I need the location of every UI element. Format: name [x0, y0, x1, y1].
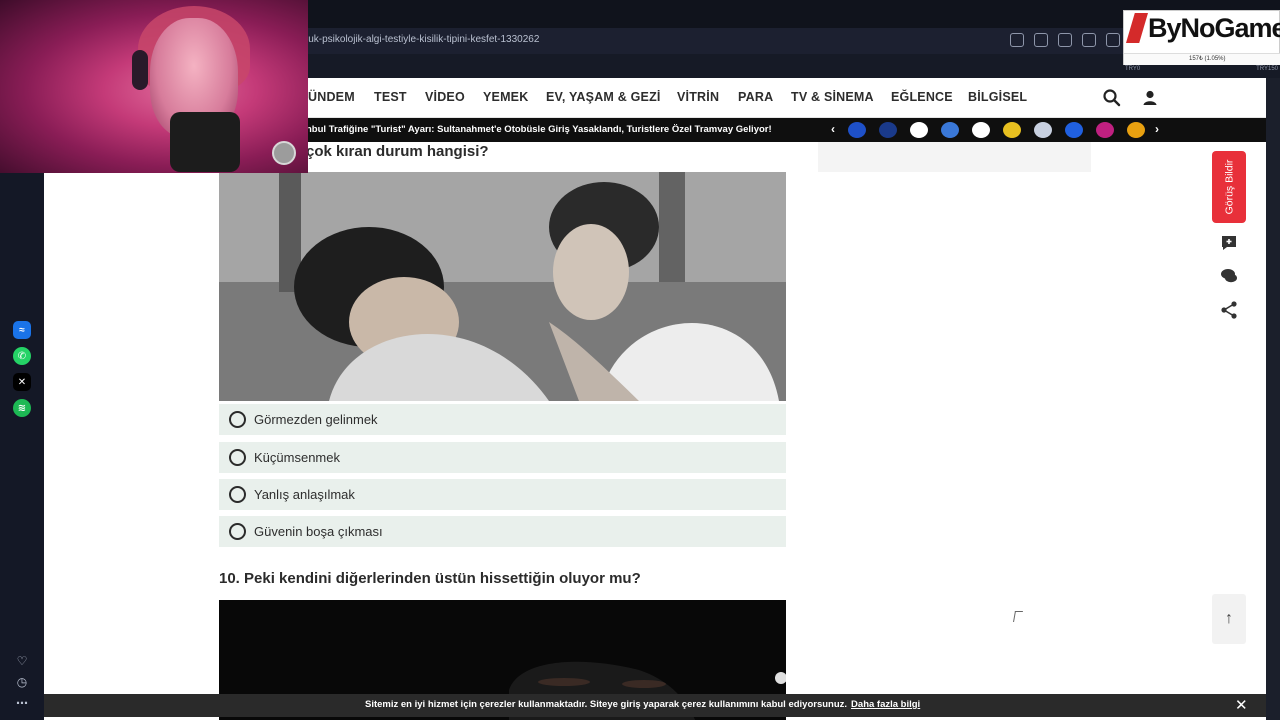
whatsapp-icon[interactable]: ✆: [13, 347, 31, 365]
answer-option[interactable]: Güvenin boşa çıkması: [219, 516, 786, 547]
x-icon[interactable]: ✕: [13, 373, 31, 391]
radio-button[interactable]: [229, 523, 246, 540]
scroll-to-top-button[interactable]: ↑: [1212, 594, 1246, 644]
answer-option[interactable]: Görmezden gelinmek: [219, 404, 786, 435]
bynogame-overlay: ByNoGame 157₺ (1.05%): [1123, 10, 1280, 65]
nav-item-eglence[interactable]: EĞLENCE: [891, 90, 953, 104]
share-icon[interactable]: [1219, 300, 1239, 320]
answer-option[interactable]: Küçümsenmek: [219, 442, 786, 473]
history-icon[interactable]: ◷: [13, 673, 31, 691]
cookie-close-button[interactable]: ✕: [1235, 696, 1248, 714]
comments-icon[interactable]: [1219, 266, 1239, 286]
feedback-label: Görüş Bildir: [1223, 159, 1236, 215]
messenger-icon[interactable]: ≈: [13, 321, 31, 339]
sponsor-logo[interactable]: [910, 122, 928, 138]
bynogame-logo-text: ByNoGame: [1148, 13, 1280, 43]
user-icon[interactable]: [1140, 88, 1160, 108]
radio-button[interactable]: [229, 486, 246, 503]
nav-item-vitrin[interactable]: VİTRİN: [677, 90, 719, 104]
sponsor-logo[interactable]: [1065, 122, 1083, 138]
headset-icon: [132, 50, 148, 90]
cookie-text: Sitemiz en iyi hizmet için çerezler kull…: [365, 699, 848, 710]
webcam-button-icon: [272, 141, 296, 165]
cookie-more-link[interactable]: Daha fazla bilgi: [851, 699, 920, 710]
heart-icon[interactable]: ♡: [13, 652, 31, 670]
url-text[interactable]: luk-psikolojik-algi-testiyle-kisilik-tip…: [306, 34, 539, 45]
address-bar-icons: [1010, 33, 1120, 47]
question-9-image: [219, 172, 786, 401]
answer-label: Küçümsenmek: [254, 450, 340, 465]
sponsor-logo[interactable]: [972, 122, 990, 138]
answer-label: Yanlış anlaşılmak: [254, 487, 355, 502]
answer-option[interactable]: Yanlış anlaşılmak: [219, 479, 786, 510]
add-comment-icon[interactable]: [1219, 233, 1239, 253]
browser-sidebar: ≈ ✆ ✕ ≋ ♡ ◷ ⋯: [0, 78, 44, 720]
sponsor-logo[interactable]: [1127, 122, 1145, 138]
sponsor-logo[interactable]: [1096, 122, 1114, 138]
shield-icon[interactable]: [1058, 33, 1072, 47]
search-icon[interactable]: [1102, 88, 1122, 108]
nav-item-video[interactable]: VİDEO: [425, 90, 465, 104]
ticker-prev-button[interactable]: ‹: [831, 122, 835, 136]
web-page: ÜNDEM TEST VİDEO YEMEK EV, YAŞAM & GEZİ …: [44, 78, 1266, 720]
sponsor-logo[interactable]: [848, 122, 866, 138]
answer-label: Güvenin boşa çıkması: [254, 524, 383, 539]
answer-label: Görmezden gelinmek: [254, 412, 378, 427]
bynogame-logo-mark: [1126, 13, 1148, 43]
ticker-headline[interactable]: nbul Trafiğine "Turist" Ayarı: Sultanahm…: [306, 124, 772, 135]
radio-button[interactable]: [229, 449, 246, 466]
sponsor-logo[interactable]: [941, 122, 959, 138]
cookie-consent-bar: Sitemiz en iyi hizmet için çerezler kull…: [44, 694, 1266, 717]
radio-button[interactable]: [229, 411, 246, 428]
edit-icon[interactable]: [1010, 33, 1024, 47]
heart-icon[interactable]: [1106, 33, 1120, 47]
sponsor-logo[interactable]: [1034, 122, 1052, 138]
nav-item-gundem[interactable]: ÜNDEM: [308, 90, 355, 104]
nav-item-test[interactable]: TEST: [374, 90, 407, 104]
cookie-message: Sitemiz en iyi hizmet için çerezler kull…: [365, 699, 920, 710]
question-10-title: 10. Peki kendini diğerlerinden üstün his…: [219, 570, 641, 587]
send-icon[interactable]: [1082, 33, 1096, 47]
nav-item-ev-yasam-gezi[interactable]: EV, YAŞAM & GEZİ: [546, 90, 661, 104]
couple-photo: [219, 172, 786, 401]
donation-progress-text: 157₺ (1.05%): [1189, 56, 1226, 62]
feedback-button[interactable]: Görüş Bildir: [1212, 151, 1246, 223]
nav-item-para[interactable]: PARA: [738, 90, 773, 104]
more-icon[interactable]: ⋯: [13, 694, 31, 712]
donation-max: TRY150: [1256, 66, 1278, 72]
donation-range: TRY0 TRY150: [1123, 65, 1280, 75]
donation-min: TRY0: [1125, 66, 1141, 72]
camera-icon[interactable]: [1034, 33, 1048, 47]
spotify-icon[interactable]: ≋: [13, 399, 31, 417]
donation-progress-bar: 157₺ (1.05%): [1124, 53, 1280, 65]
question-9-title: çok kıran durum hangisi?: [306, 143, 489, 160]
nav-item-tv-sinema[interactable]: TV & SİNEMA: [791, 90, 874, 104]
page-scrollbar[interactable]: [1266, 78, 1280, 720]
sidebar-ad-placeholder: [818, 142, 1091, 172]
ticker-next-button[interactable]: ›: [1155, 122, 1159, 136]
microphone-icon: [170, 112, 240, 172]
sponsor-logo[interactable]: [1003, 122, 1021, 138]
sponsor-logo[interactable]: [879, 122, 897, 138]
webcam-overlay: [0, 0, 308, 173]
nav-item-yemek[interactable]: YEMEK: [483, 90, 528, 104]
nav-item-bilgisel[interactable]: BİLGİSEL: [968, 90, 1027, 104]
